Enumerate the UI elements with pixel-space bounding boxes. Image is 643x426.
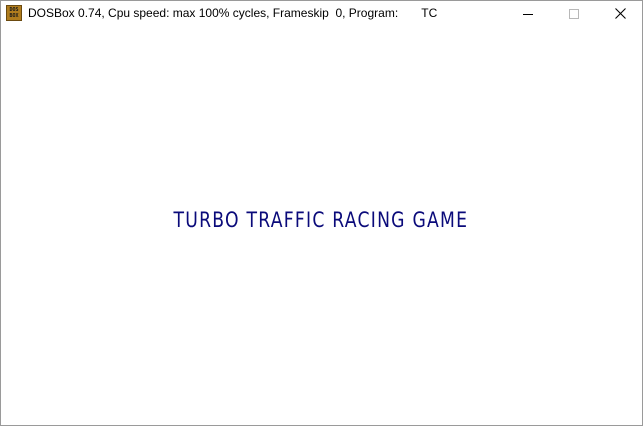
dos-screen[interactable]: TURBO TRAFFIC RACING GAME [3,26,640,424]
minimize-icon [523,13,533,15]
maximize-icon [569,8,579,19]
minimize-button[interactable] [505,1,551,26]
maximize-button[interactable] [551,1,597,26]
window-title: DOSBox 0.74, Cpu speed: max 100% cycles,… [28,6,438,20]
dosbox-app-icon[interactable]: DOS BOX [6,5,22,21]
title-bar[interactable]: DOS BOX DOSBox 0.74, Cpu speed: max 100% … [1,1,642,26]
game-title-text: TURBO TRAFFIC RACING GAME [173,208,469,232]
dosbox-window: DOS BOX DOSBox 0.74, Cpu speed: max 100% … [0,0,643,426]
close-icon [614,8,626,19]
close-button[interactable] [597,1,643,26]
